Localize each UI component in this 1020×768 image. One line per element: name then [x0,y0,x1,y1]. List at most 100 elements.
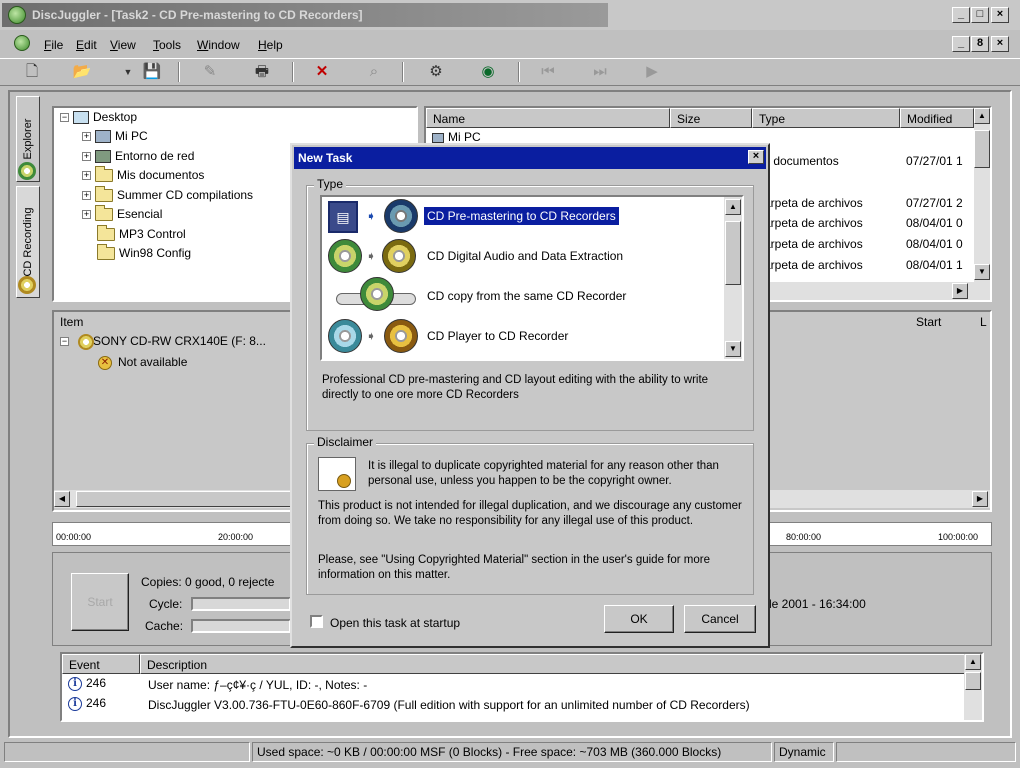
tree-item-mp3-control[interactable]: MP3 Control [97,225,186,247]
fast-forward-icon[interactable]: ⏭ [588,61,612,83]
tree-item-label: Esencial [117,207,163,221]
column-header-size[interactable]: Size [670,108,752,128]
tab-cd-recording-label: CD Recording [22,207,34,277]
start-button[interactable]: Start [71,573,129,631]
scroll-left-icon[interactable]: ◀ [54,491,70,507]
arrow-right-icon: ➧ [366,329,377,343]
mdi-restore-button[interactable]: 8 [971,36,989,52]
rewind-icon[interactable]: ⏮ [536,61,560,83]
scroll-thumb[interactable] [76,491,292,507]
properties-icon[interactable]: ✎ [198,61,222,83]
scroll-thumb[interactable] [965,672,981,690]
file-row[interactable]: Mi PC [432,130,481,144]
open-at-startup-checkbox[interactable] [310,615,323,628]
column-header-l[interactable]: L [978,312,992,332]
dialog-close-icon[interactable]: × [748,150,764,164]
print-icon[interactable]: 🖶 [250,61,274,83]
new-icon[interactable]: 🗋 [20,61,44,83]
vertical-scrollbar[interactable]: ▲ ▼ [974,108,990,282]
scroll-thumb[interactable] [974,130,990,168]
delete-icon[interactable]: ✕ [310,61,334,83]
timeline-tick: 20:00:00 [218,532,254,542]
column-header-type[interactable]: Type [752,108,900,128]
menu-file[interactable]: File [44,38,63,52]
column-header-event[interactable]: Event [62,654,140,674]
task-description: Professional CD pre-mastering and CD lay… [322,374,709,401]
scroll-right-icon[interactable]: ▶ [952,283,968,299]
open-icon[interactable]: 📂 [70,61,94,83]
column-header-name[interactable]: Name [426,108,670,128]
log-row[interactable]: i 246 [68,696,106,711]
computer-icon [432,132,444,143]
folder-icon [95,205,113,222]
save-icon[interactable]: 💾 [140,61,164,83]
document-icon[interactable] [14,35,30,51]
maximize-button[interactable]: □ [971,7,989,23]
task-option-premastering[interactable]: ▤ ➧ CD Pre-mastering to CD Recorders [326,197,736,237]
tree-item-mis-documentos[interactable]: + Mis documentos [82,166,204,188]
task-type-list[interactable]: ▤ ➧ CD Pre-mastering to CD Recorders ➧ C… [320,195,744,361]
copies-label: Copies: 0 good, 0 rejecte [141,575,275,589]
task-option-extraction[interactable]: ➧ CD Digital Audio and Data Extraction [326,237,736,277]
scroll-thumb[interactable] [725,221,741,285]
menu-edit[interactable]: Edit [76,38,97,52]
tree-item-win98-config[interactable]: Win98 Config [97,244,191,266]
expand-icon[interactable]: + [82,191,91,201]
menu-tools[interactable]: Tools [153,38,181,52]
title-bar[interactable]: DiscJuggler - [Task2 - CD Pre-mastering … [0,0,1020,30]
cancel-button[interactable]: Cancel [684,605,756,633]
scroll-right-icon[interactable]: ▶ [972,491,988,507]
vertical-scrollbar[interactable]: ▲ ▼ [724,197,742,359]
menu-window[interactable]: Window [197,38,240,52]
scroll-up-icon[interactable]: ▲ [965,654,981,670]
cache-progress-bar [191,619,291,633]
status-pane-left [4,742,250,762]
expand-icon[interactable]: + [82,152,91,162]
column-header-modified[interactable]: Modified [900,108,974,128]
mdi-close-button[interactable]: × [991,36,1009,52]
close-button[interactable]: × [991,7,1009,23]
event-log[interactable]: Event Description i 246 User name: ƒ–ç¢¥·… [60,652,984,722]
log-row[interactable]: i 246 [68,676,106,691]
tree-item-mi-pc[interactable]: + Mi PC [82,129,148,149]
tree-item-desktop[interactable]: − Desktop [60,110,137,130]
column-header-start[interactable]: Start [910,312,978,332]
app-icon[interactable] [8,6,26,24]
mdi-minimize-button[interactable]: _ [952,36,970,52]
column-header-description[interactable]: Description [140,654,966,674]
task-option-player[interactable]: ➧ CD Player to CD Recorder [326,317,736,357]
device-row[interactable]: − SONY CD-RW CRX140E (F: 8... [60,334,266,350]
open-dropdown-icon[interactable]: ▼ [116,61,140,83]
scroll-up-icon[interactable]: ▲ [725,199,741,215]
scroll-down-icon[interactable]: ▼ [974,264,990,280]
cd-info-icon[interactable]: ◉ [476,61,500,83]
scroll-down-icon[interactable]: ▼ [725,341,741,357]
expand-icon[interactable]: + [82,171,91,181]
ok-button[interactable]: OK [604,605,674,633]
expand-icon[interactable]: + [82,210,91,220]
open-at-startup-label[interactable]: Open this task at startup [330,616,460,630]
vertical-scrollbar[interactable]: ▲ [964,654,982,720]
dialog-title-bar[interactable]: New Task × [294,147,766,169]
window-title: DiscJuggler - [Task2 - CD Pre-mastering … [32,8,363,22]
menu-view[interactable]: View [110,38,136,52]
find-icon[interactable]: ⌕ [362,61,386,83]
cd-recorder-icon [384,199,418,233]
folder-icon [95,186,113,203]
play-icon[interactable]: ▶ [640,61,664,83]
task-option-label: CD Digital Audio and Data Extraction [427,249,624,263]
scroll-up-icon[interactable]: ▲ [974,108,990,124]
menu-help[interactable]: Help [258,38,283,52]
expand-icon[interactable]: + [82,132,91,142]
toolbar-separator [292,62,294,82]
status-space: Used space: ~0 KB / 00:00:00 MSF (0 Bloc… [252,742,772,762]
collapse-icon[interactable]: − [60,337,69,347]
tree-item-esencial[interactable]: + Esencial [82,205,163,227]
task-option-copy-same[interactable]: CD copy from the same CD Recorder [326,277,736,317]
collapse-icon[interactable]: − [60,113,69,123]
log-description: User name: ƒ–ç¢¥·ç / YUL, ID: -, Notes: … [148,678,368,692]
minimize-button[interactable]: _ [952,7,970,23]
type-group-label: Type [314,177,347,191]
task-icon[interactable]: ⚙ [424,61,448,83]
tree-item-summer-cd[interactable]: + Summer CD compilations [82,186,253,208]
